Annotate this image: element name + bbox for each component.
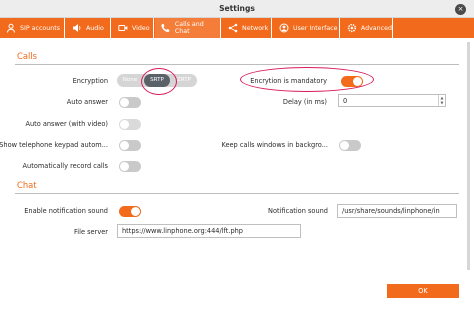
settings-tab-bar: SIP accounts Audio Video Calls and Chat … bbox=[0, 18, 474, 38]
auto-answer-toggle[interactable] bbox=[119, 97, 141, 108]
notification-sound-toggle[interactable] bbox=[119, 206, 141, 217]
scrollbar[interactable] bbox=[467, 42, 470, 270]
toggle-knob bbox=[120, 141, 129, 150]
tab-network[interactable]: Network bbox=[222, 18, 272, 38]
calls-section-title: Calls bbox=[17, 51, 37, 61]
file-server-label: File server bbox=[73, 228, 108, 236]
file-server-field[interactable]: https://www.linphone.org:444/lft.php bbox=[117, 224, 301, 238]
tab-label: User Interface bbox=[293, 24, 338, 32]
tab-label: Advanced bbox=[360, 24, 392, 32]
tab-audio[interactable]: Audio bbox=[66, 18, 111, 38]
camera-icon bbox=[118, 25, 128, 31]
phone-chat-icon bbox=[161, 24, 170, 33]
title-bar: Settings × bbox=[0, 0, 474, 18]
auto-record-label: Automatically record calls bbox=[22, 162, 108, 170]
encryption-label: Encryption bbox=[72, 77, 108, 85]
toggle-knob bbox=[120, 120, 129, 129]
tab-label: Audio bbox=[86, 24, 104, 32]
ok-button[interactable]: OK bbox=[387, 284, 459, 298]
spin-arrows[interactable]: ▲ ▼ bbox=[438, 95, 445, 106]
tab-calls-and-chat[interactable]: Calls and Chat bbox=[155, 18, 221, 38]
auto-answer-video-toggle[interactable] bbox=[119, 119, 141, 130]
monitor-icon bbox=[279, 23, 289, 33]
tab-label: Calls and Chat bbox=[174, 21, 204, 35]
tab-label: SIP accounts bbox=[20, 24, 61, 32]
delay-value: 0 bbox=[343, 97, 348, 105]
tab-advanced[interactable]: Advanced bbox=[341, 18, 393, 38]
toggle-knob bbox=[120, 162, 129, 171]
toggle-knob bbox=[340, 141, 349, 150]
tab-label: Network bbox=[242, 24, 269, 32]
chat-section-divider bbox=[15, 193, 459, 194]
window-title: Settings bbox=[219, 4, 255, 13]
show-keypad-toggle[interactable] bbox=[119, 140, 141, 151]
auto-answer-video-label: Auto answer (with video) bbox=[25, 120, 108, 128]
toggle-knob bbox=[120, 98, 129, 107]
show-keypad-label: Show telephone keypad autom... bbox=[0, 141, 108, 149]
encryption-option-none[interactable]: None bbox=[117, 74, 143, 87]
close-button[interactable]: × bbox=[455, 4, 466, 15]
chat-section-title: Chat bbox=[17, 180, 37, 190]
delay-spinbox[interactable]: 0 ▲ ▼ bbox=[338, 94, 446, 107]
user-icon bbox=[7, 23, 15, 33]
tab-sip-accounts[interactable]: SIP accounts bbox=[0, 18, 65, 38]
tab-user-interface[interactable]: User Interface bbox=[273, 18, 340, 38]
share-icon bbox=[228, 23, 238, 33]
auto-record-toggle[interactable] bbox=[119, 161, 141, 172]
speaker-icon bbox=[73, 24, 81, 32]
gear-icon bbox=[347, 23, 357, 33]
mandatory-highlight-annotation bbox=[240, 67, 374, 92]
tab-label: Video bbox=[132, 24, 150, 32]
notification-sound-enable-label: Enable notification sound bbox=[24, 207, 108, 215]
auto-answer-label: Auto answer bbox=[66, 98, 108, 106]
delay-label: Delay (in ms) bbox=[282, 98, 327, 106]
calls-section-divider bbox=[15, 64, 459, 65]
toggle-knob bbox=[131, 207, 140, 216]
tab-video[interactable]: Video bbox=[112, 18, 154, 38]
keep-calls-label: Keep calls windows in backgro... bbox=[221, 141, 328, 149]
notification-sound-path-field[interactable]: /usr/share/sounds/linphone/in bbox=[337, 204, 457, 218]
notification-sound-label: Notification sound bbox=[268, 207, 328, 215]
srtp-highlight-annotation bbox=[141, 68, 177, 95]
keep-calls-toggle[interactable] bbox=[339, 140, 361, 151]
